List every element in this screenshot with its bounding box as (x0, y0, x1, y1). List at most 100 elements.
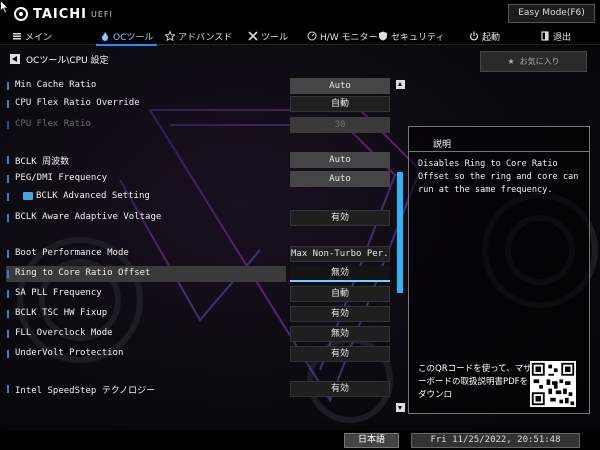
row-bullet (7, 385, 9, 393)
favorites-button[interactable]: ★ お気に入り (480, 51, 587, 72)
row-bullet (7, 350, 9, 358)
setting-row-intel-speedstep[interactable]: Intel SpeedStep テクノロジー 有効 (6, 381, 396, 397)
tab-exit[interactable]: 退出 (540, 27, 571, 45)
footer-bar: 日本語 Fri 11/25/2022, 20:51:48 (0, 430, 600, 450)
setting-label: Intel SpeedStep テクノロジー (15, 386, 156, 396)
setting-value[interactable]: 有効 (290, 306, 390, 322)
setting-row-min-cache-ratio[interactable]: Min Cache Ratio Auto (6, 78, 396, 94)
scroll-up-arrow-icon[interactable] (396, 80, 405, 89)
setting-label: Min Cache Ratio (15, 80, 97, 90)
setting-label: BCLK Advanced Setting (36, 191, 150, 201)
tab-hw-monitor[interactable]: H/W モニター (307, 27, 378, 45)
tab-tools[interactable]: ツール (248, 27, 288, 45)
setting-row-cpu-flex-ratio: CPU Flex Ratio 30 (6, 117, 396, 133)
setting-row-cpu-flex-ratio-override[interactable]: CPU Flex Ratio Override 自動 (6, 96, 396, 112)
row-bullet (7, 290, 9, 298)
setting-label: FLL Overclock Mode (15, 328, 113, 338)
row-bullet (7, 330, 9, 338)
setting-value[interactable]: Max Non-Turbo Per... (290, 246, 390, 262)
back-arrow-icon[interactable] (10, 54, 20, 64)
taichi-gear-icon (14, 7, 28, 21)
setting-label: PEG/DMI Frequency (15, 173, 108, 183)
setting-value[interactable]: 無効 (290, 266, 390, 282)
row-bullet (7, 193, 9, 201)
row-bullet (7, 214, 9, 222)
tab-boot-label: 起動 (482, 32, 501, 43)
setting-row-boot-performance-mode[interactable]: Boot Performance Mode Max Non-Turbo Per.… (6, 246, 396, 262)
header-bar: TAICHI UEFI Easy Mode(F6) (0, 0, 600, 27)
setting-label: BCLK Aware Adaptive Voltage (15, 212, 162, 222)
setting-value[interactable]: 自動 (290, 286, 390, 302)
qr-code-icon (530, 361, 576, 407)
setting-label: UnderVolt Protection (15, 348, 124, 358)
setting-value[interactable]: 自動 (290, 96, 390, 112)
tab-security[interactable]: セキュリティ (378, 27, 444, 45)
breadcrumb-text: OCツール\CPU 設定 (26, 55, 109, 66)
tab-exit-label: 退出 (553, 32, 572, 43)
power-icon (469, 31, 479, 41)
setting-row-ring-to-core-ratio-offset-value-cell: 無効 (6, 266, 396, 282)
description-divider (409, 151, 589, 152)
scrollbar-thumb[interactable] (397, 172, 403, 293)
tab-hw-monitor-label: H/W モニター (320, 32, 378, 43)
row-bullet (7, 310, 9, 318)
setting-value[interactable]: Auto (290, 152, 390, 168)
row-bullet (7, 250, 9, 258)
qr-caption: このQRコードを使って、マザーボードの取扱説明書PDFをダウンロ (418, 364, 532, 400)
description-text: Disables Ring to Core Ratio Offset so th… (418, 159, 579, 195)
description-title: 説明 (433, 140, 452, 150)
shield-icon (379, 31, 387, 41)
submenu-bclk-advanced-setting[interactable]: BCLK Advanced Setting (6, 189, 396, 205)
setting-value[interactable]: 無効 (290, 326, 390, 342)
scroll-down-arrow-icon[interactable] (396, 403, 405, 412)
tab-oc-tools-label: OCツール (113, 32, 154, 43)
monitor-icon (307, 31, 317, 41)
taichi-logo: TAICHI UEFI (13, 6, 113, 22)
description-panel: 説明 Disables Ring to Core Ratio Offset so… (408, 126, 590, 414)
setting-label: BCLK TSC HW Fixup (15, 308, 108, 318)
breadcrumb: OCツール\CPU 設定 (10, 52, 109, 66)
setting-value[interactable]: Auto (290, 78, 390, 94)
row-bullet (7, 175, 9, 183)
main-nav: メイン OCツール アドバンスド ツール H/W モニター セキュリティ 起動 (0, 27, 600, 46)
row-bullet (7, 121, 9, 129)
tab-security-label: セキュリティ (391, 32, 445, 43)
setting-label: CPU Flex Ratio Override (15, 98, 140, 108)
row-bullet (7, 82, 9, 90)
setting-label: SA PLL Frequency (15, 288, 102, 298)
folder-icon (23, 192, 33, 200)
exit-icon (541, 31, 549, 41)
setting-row-peg-dmi-frequency[interactable]: PEG/DMI Frequency Auto (6, 171, 396, 187)
tools-icon (248, 31, 258, 41)
tab-advanced-label: アドバンスド (178, 32, 233, 43)
setting-row-bclk-tsc-hw-fixup[interactable]: BCLK TSC HW Fixup 有効 (6, 306, 396, 322)
tab-boot[interactable]: 起動 (469, 27, 500, 45)
tab-oc-tools[interactable]: OCツール (95, 27, 158, 46)
setting-row-fll-overclock-mode[interactable]: FLL Overclock Mode 無効 (6, 326, 396, 342)
menu-icon (13, 33, 21, 40)
favorites-label: お気に入り (519, 57, 560, 66)
tab-main[interactable]: メイン (12, 27, 52, 45)
setting-value[interactable]: 有効 (290, 210, 390, 226)
setting-value[interactable]: Auto (290, 171, 390, 187)
row-bullet (7, 156, 9, 164)
logo-text: TAICHI (33, 6, 88, 22)
tab-tools-label: ツール (261, 32, 289, 43)
setting-row-sa-pll-frequency[interactable]: SA PLL Frequency 自動 (6, 286, 396, 302)
row-bullet (7, 100, 9, 108)
language-button[interactable]: 日本語 (344, 433, 399, 448)
easy-mode-button[interactable]: Easy Mode(F6) (508, 4, 595, 23)
setting-row-bclk-aware-adaptive-voltage[interactable]: BCLK Aware Adaptive Voltage 有効 (6, 210, 396, 226)
flame-icon (102, 32, 108, 41)
setting-label: BCLK 周波数 (15, 157, 70, 167)
setting-row-bclk-frequency[interactable]: BCLK 周波数 Auto (6, 152, 396, 168)
setting-value[interactable]: 有効 (290, 381, 390, 397)
logo-subtext: UEFI (91, 9, 113, 19)
mouse-cursor-icon (0, 0, 9, 14)
datetime-display: Fri 11/25/2022, 20:51:48 (411, 433, 580, 448)
setting-row-undervolt-protection[interactable]: UnderVolt Protection 有効 (6, 346, 396, 362)
tab-advanced[interactable]: アドバンスド (165, 27, 232, 45)
star-icon (165, 31, 175, 41)
setting-value[interactable]: 有効 (290, 346, 390, 362)
bios-screen: TAICHI UEFI Easy Mode(F6) メイン OCツール アドバン… (0, 0, 600, 450)
